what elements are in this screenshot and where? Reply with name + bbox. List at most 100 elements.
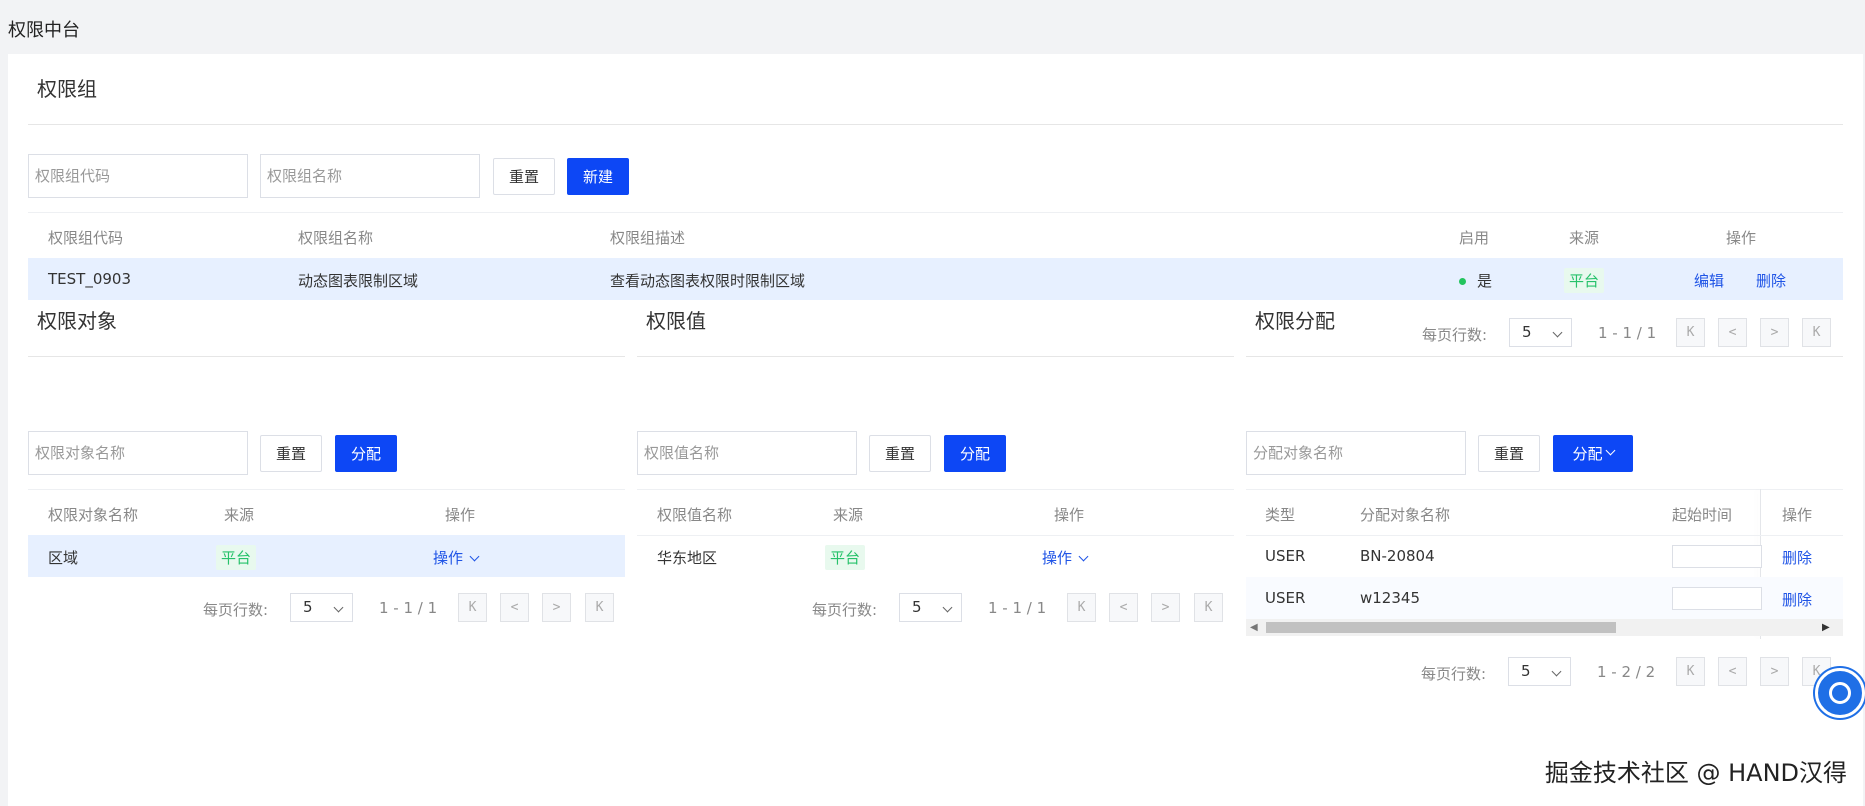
- first-page-icon[interactable]: K: [1676, 657, 1705, 686]
- delete-link[interactable]: 删除: [1782, 589, 1812, 610]
- allocation-assign-dropdown-button[interactable]: 分配: [1553, 435, 1633, 472]
- last-page-icon[interactable]: K: [585, 593, 614, 622]
- edit-link[interactable]: 编辑: [1694, 270, 1724, 291]
- page-title: 权限中台: [8, 20, 80, 41]
- group-name-cell: 动态图表限制区域: [298, 272, 419, 290]
- last-page-icon[interactable]: K: [1802, 318, 1831, 347]
- next-page-icon[interactable]: >: [542, 593, 571, 622]
- col-header-action: 操作: [1054, 506, 1085, 524]
- allocation-reset-button[interactable]: 重置: [1478, 435, 1540, 472]
- table-header-top-border: [28, 212, 1843, 213]
- object-section-title: 权限对象: [37, 309, 117, 333]
- scrollbar-thumb[interactable]: [1266, 622, 1616, 633]
- object-reset-button[interactable]: 重置: [260, 435, 322, 472]
- table-header-top-border: [28, 489, 625, 490]
- prev-page-icon[interactable]: <: [1718, 318, 1747, 347]
- value-name-cell: 华东地区: [657, 549, 718, 567]
- group-desc-cell: 查看动态图表权限时限制区域: [610, 272, 806, 290]
- rows-per-page-label: 每页行数:: [1421, 665, 1487, 683]
- col-header-source: 来源: [833, 506, 864, 524]
- col-header-action: 操作: [1782, 506, 1813, 524]
- first-page-icon[interactable]: K: [458, 593, 487, 622]
- group-name-input[interactable]: 权限组名称: [260, 154, 480, 198]
- allocation-type-cell: USER: [1265, 547, 1306, 565]
- source-tag: 平台: [825, 545, 866, 570]
- allocation-assign-label: 分配: [1572, 445, 1603, 463]
- rows-per-page-select[interactable]: 5: [899, 593, 962, 622]
- table-row[interactable]: [28, 535, 625, 577]
- value-reset-button[interactable]: 重置: [869, 435, 931, 472]
- last-page-icon[interactable]: K: [1194, 593, 1223, 622]
- value-name-input[interactable]: 权限值名称: [637, 431, 857, 475]
- start-time-input[interactable]: [1672, 587, 1762, 610]
- start-time-input[interactable]: [1672, 545, 1762, 568]
- col-header-action: 操作: [445, 506, 476, 524]
- rows-per-page-label: 每页行数:: [203, 601, 269, 619]
- object-action-label: 操作: [433, 549, 464, 567]
- page-info: 1 - 1 / 1: [379, 599, 438, 617]
- col-header-name: 权限组名称: [298, 229, 374, 247]
- table-header-top-border: [1246, 489, 1843, 490]
- divider: [1246, 356, 1843, 357]
- rows-per-page-select[interactable]: 5: [1508, 657, 1571, 686]
- value-section-title: 权限值: [646, 309, 706, 333]
- chevron-down-icon: [1078, 551, 1089, 562]
- delete-link[interactable]: 删除: [1756, 270, 1786, 291]
- prev-page-icon[interactable]: <: [500, 593, 529, 622]
- chevron-down-icon: [1605, 445, 1615, 456]
- col-header-allocation-name: 分配对象名称: [1360, 506, 1451, 524]
- scroll-right-icon[interactable]: ▶: [1822, 622, 1830, 633]
- col-header-source: 来源: [224, 506, 255, 524]
- delete-link[interactable]: 删除: [1782, 547, 1812, 568]
- scroll-left-icon[interactable]: ◀: [1250, 622, 1258, 633]
- first-page-icon[interactable]: K: [1676, 318, 1705, 347]
- source-tag: 平台: [216, 545, 257, 570]
- source-tag: 平台: [1564, 268, 1605, 293]
- rows-per-page-value: 5: [912, 598, 922, 616]
- group-enabled-cell: 是: [1477, 272, 1493, 290]
- allocation-name-cell: BN-20804: [1360, 547, 1435, 565]
- allocation-name-input[interactable]: 分配对象名称: [1246, 431, 1466, 475]
- prev-page-icon[interactable]: <: [1109, 593, 1138, 622]
- rows-per-page-value: 5: [1522, 323, 1532, 341]
- next-page-icon[interactable]: >: [1760, 657, 1789, 686]
- next-page-icon[interactable]: >: [1151, 593, 1180, 622]
- group-code-cell: TEST_0903: [48, 270, 131, 288]
- rows-per-page-select[interactable]: 5: [1509, 318, 1572, 347]
- rows-per-page-select[interactable]: 5: [290, 593, 353, 622]
- col-header-value-name: 权限值名称: [657, 506, 733, 524]
- allocation-section-title: 权限分配: [1255, 309, 1335, 333]
- object-assign-button[interactable]: 分配: [335, 435, 397, 472]
- divider: [28, 356, 625, 357]
- page-info: 1 - 1 / 1: [1598, 324, 1657, 342]
- object-action-dropdown[interactable]: 操作: [433, 547, 480, 568]
- chevron-down-icon: [942, 602, 953, 613]
- value-action-dropdown[interactable]: 操作: [1042, 547, 1089, 568]
- first-page-icon[interactable]: K: [1067, 593, 1096, 622]
- rows-per-page-label: 每页行数:: [812, 601, 878, 619]
- group-new-button[interactable]: 新建: [567, 158, 629, 195]
- prev-page-icon[interactable]: <: [1718, 657, 1747, 686]
- group-reset-button[interactable]: 重置: [493, 158, 555, 195]
- col-header-desc: 权限组描述: [610, 229, 686, 247]
- col-header-code: 权限组代码: [48, 229, 124, 247]
- col-header-start-time: 起始时间: [1672, 506, 1733, 524]
- next-page-icon[interactable]: >: [1760, 318, 1789, 347]
- group-code-input[interactable]: 权限组代码: [28, 154, 248, 198]
- help-chat-icon[interactable]: [1815, 668, 1865, 718]
- divider: [28, 124, 1843, 125]
- object-name-input[interactable]: 权限对象名称: [28, 431, 248, 475]
- value-assign-button[interactable]: 分配: [944, 435, 1006, 472]
- chat-bubble-icon: [1829, 682, 1851, 704]
- value-action-label: 操作: [1042, 549, 1073, 567]
- row-border: [1246, 535, 1843, 536]
- col-header-action: 操作: [1726, 229, 1757, 247]
- object-name-cell: 区域: [48, 549, 79, 567]
- enabled-status-dot: [1459, 278, 1466, 285]
- allocation-type-cell: USER: [1265, 589, 1306, 607]
- group-section-title: 权限组: [37, 77, 97, 101]
- chevron-down-icon: [469, 551, 480, 562]
- divider: [637, 356, 1234, 357]
- col-header-type: 类型: [1265, 506, 1296, 524]
- main-card: 权限组 权限组代码 权限组名称 重置 新建 权限组代码 权限组名称 权限组描述 …: [8, 54, 1863, 806]
